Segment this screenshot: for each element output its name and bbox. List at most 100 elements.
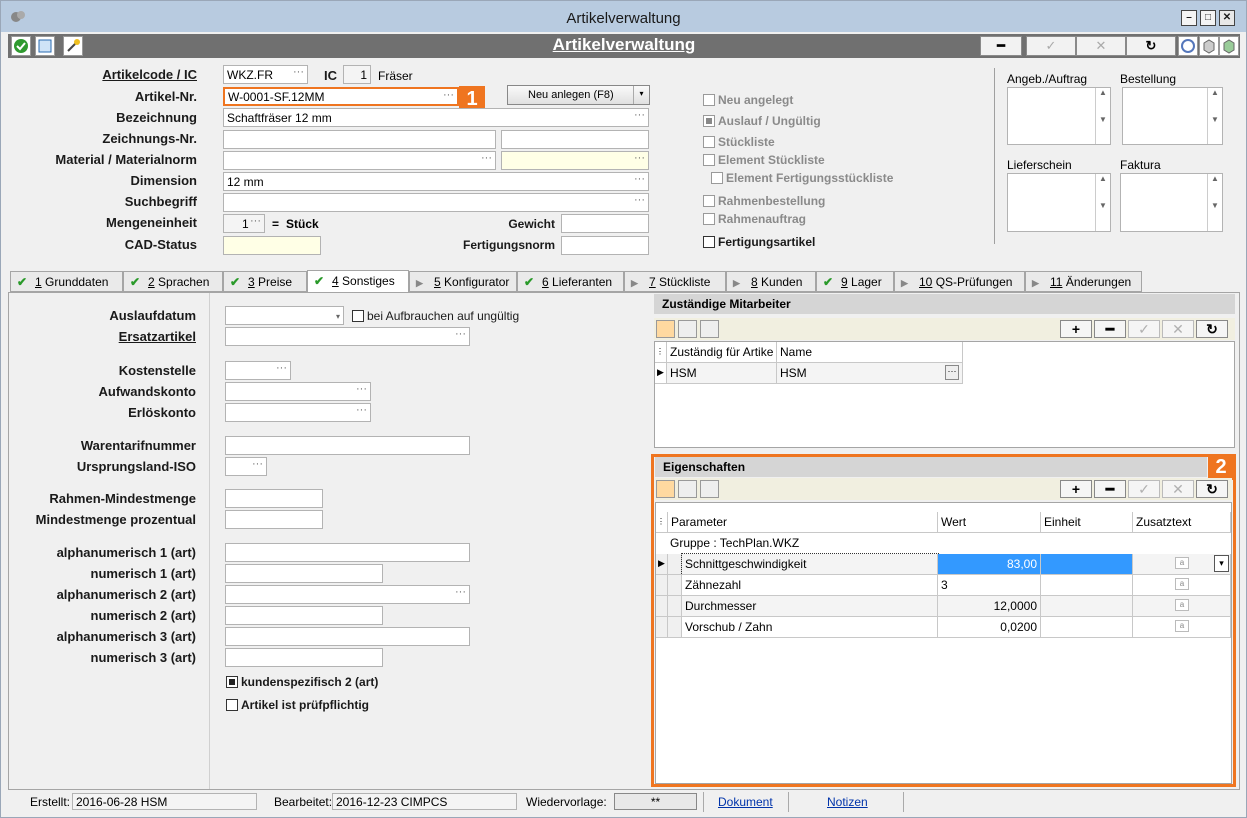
refresh-button[interactable]: ↻ (1126, 36, 1176, 56)
pruefpflichtig-checkbox[interactable]: Artikel ist prüfpflichtig (226, 698, 369, 712)
eigenschaften-add-button[interactable]: + (1060, 480, 1092, 498)
kundenspez-checkbox[interactable]: kundenspezifisch 2 (art) (226, 675, 378, 689)
artikelcode-input[interactable]: WKZ.FR ··· (223, 65, 308, 84)
tab-sonstiges[interactable]: ✔ 4 Sonstiges (307, 270, 409, 293)
minimize-button[interactable]: – (1181, 10, 1197, 26)
eigenschaften-col-zusatztext[interactable]: Zusatztext (1133, 512, 1231, 533)
ic-input[interactable]: 1 (343, 65, 371, 84)
eigenschaften-cell-wert[interactable]: 83,00 (938, 554, 1041, 575)
close-button[interactable]: ✕ (1219, 10, 1235, 26)
num1-input[interactable] (225, 564, 383, 583)
wiedervorlage-button[interactable]: ** (614, 793, 697, 810)
save-button[interactable]: ✓ (1026, 36, 1076, 56)
kostenstelle-input[interactable]: ··· (225, 361, 291, 380)
suchbegriff-input[interactable]: ··· (223, 193, 649, 212)
cancel-button[interactable]: ✕ (1076, 36, 1126, 56)
gewicht-input[interactable] (561, 214, 649, 233)
eigenschaften-cell-einheit[interactable] (1041, 554, 1133, 575)
mitarbeiter-cell-zustaendig[interactable]: HSM (667, 363, 777, 384)
menge-input[interactable]: 1 ··· (223, 214, 265, 233)
eigenschaften-cell-zusatztext[interactable]: a (1133, 575, 1231, 596)
auslauf-checkbox[interactable]: Auslauf / Ungültig (703, 114, 821, 128)
num3-input[interactable] (225, 648, 383, 667)
zeichnung-extra-input[interactable] (501, 130, 649, 149)
notizen-link[interactable]: Notizen (827, 795, 868, 809)
mitarbeiter-refresh-button[interactable]: ↻ (1196, 320, 1228, 338)
mitarbeiter-save-button[interactable]: ✓ (1128, 320, 1160, 338)
filter-icon[interactable] (678, 480, 697, 498)
mitarbeiter-col-zustaendig[interactable]: Zuständig für Artike (667, 342, 777, 363)
group-row[interactable]: Gruppe : TechPlan.WKZ (670, 536, 799, 550)
new-item-button[interactable]: Neu anlegen (F8) ▾ (507, 85, 650, 105)
fertigungsartikel-checkbox[interactable]: Fertigungsartikel (703, 235, 815, 249)
alpha1-input[interactable] (225, 543, 470, 562)
eigenschaften-cell-wert[interactable]: 3 (938, 575, 1041, 596)
warentarif-input[interactable] (225, 436, 470, 455)
eigenschaften-cell-einheit[interactable] (1041, 617, 1133, 638)
note-icon[interactable]: a (1175, 557, 1189, 569)
eigenschaften-cell-einheit[interactable] (1041, 596, 1133, 617)
eigenschaften-cell-parameter[interactable]: Durchmesser (682, 596, 938, 617)
fertigungsnorm-input[interactable] (561, 236, 649, 255)
artikelnr-input[interactable]: W-0001-SF.12MM ··· (223, 87, 459, 106)
eigenschaften-cell-einheit[interactable] (1041, 575, 1133, 596)
eigenschaften-col-einheit[interactable]: Einheit (1041, 512, 1133, 533)
tab-stückliste[interactable]: ▶ 7 Stückliste (624, 271, 726, 292)
eigenschaften-cancel-button[interactable]: ✕ (1162, 480, 1194, 498)
eigenschaften-cell-zusatztext[interactable]: a (1133, 596, 1231, 617)
eigenschaften-col-wert[interactable]: Wert (938, 512, 1041, 533)
ersatzartikel-input[interactable]: ··· (225, 327, 470, 346)
maximize-button[interactable]: □ (1200, 10, 1216, 26)
tab-konfigurator[interactable]: ▶ 5 Konfigurator (409, 271, 517, 292)
cube-icon[interactable] (1199, 36, 1219, 56)
faktura-textarea[interactable]: ▲ ▼ (1120, 173, 1223, 232)
note-icon[interactable]: a (1175, 620, 1189, 632)
mindestproz-input[interactable] (225, 510, 323, 529)
mitarbeiter-cell-name[interactable]: HSM ··· (777, 363, 963, 384)
dimension-input[interactable]: 12 mm ··· (223, 172, 649, 191)
alpha2-input[interactable]: ··· (225, 585, 470, 604)
eigenschaften-refresh-button[interactable]: ↻ (1196, 480, 1228, 498)
tab-lieferanten[interactable]: ✔ 6 Lieferanten (517, 271, 624, 292)
binoculars-icon[interactable] (700, 320, 719, 338)
bezeichnung-input[interactable]: Schaftfräser 12 mm ··· (223, 108, 649, 127)
grid-icon[interactable] (656, 480, 675, 498)
lieferschein-textarea[interactable]: ▲ ▼ (1007, 173, 1111, 232)
eigenschaften-cell-parameter[interactable]: Vorschub / Zahn (682, 617, 938, 638)
rahmenbest-checkbox[interactable]: Rahmenbestellung (703, 194, 825, 208)
tab-kunden[interactable]: ▶ 8 Kunden (726, 271, 816, 292)
filter-icon[interactable] (678, 320, 697, 338)
clock-icon[interactable] (1178, 36, 1198, 56)
ursprungsland-input[interactable]: ··· (225, 457, 267, 476)
tab-änderungen[interactable]: ▶ 11 Änderungen (1025, 271, 1142, 292)
tab-grunddaten[interactable]: ✔ 1 Grunddaten (10, 271, 123, 292)
materialnorm-input[interactable]: ··· (501, 151, 649, 170)
bestellung-textarea[interactable]: ▲ ▼ (1122, 87, 1223, 145)
eigenschaften-remove-button[interactable]: ━ (1094, 480, 1126, 498)
tab-preise[interactable]: ✔ 3 Preise (223, 271, 307, 292)
mitarbeiter-add-button[interactable]: + (1060, 320, 1092, 338)
note-icon[interactable]: a (1175, 578, 1189, 590)
binoculars-icon[interactable] (700, 480, 719, 498)
element-fst-checkbox[interactable]: Element Fertigungsstückliste (711, 171, 893, 185)
mitarbeiter-remove-button[interactable]: ━ (1094, 320, 1126, 338)
zeichnung-input[interactable] (223, 130, 496, 149)
chevron-down-icon[interactable]: ▾ (633, 86, 649, 104)
eigenschaften-cell-zusatztext[interactable]: a ▾ (1133, 554, 1231, 575)
aufwandskonto-input[interactable]: ··· (225, 382, 371, 401)
tab-sprachen[interactable]: ✔ 2 Sprachen (123, 271, 223, 292)
tab-qs-prüfungen[interactable]: ▶ 10 QS-Prüfungen (894, 271, 1025, 292)
eigenschaften-save-button[interactable]: ✓ (1128, 480, 1160, 498)
eigenschaften-cell-wert[interactable]: 12,0000 (938, 596, 1041, 617)
dokument-link[interactable]: Dokument (718, 795, 773, 809)
angeb-textarea[interactable]: ▲ ▼ (1007, 87, 1111, 145)
note-icon[interactable]: a (1175, 599, 1189, 611)
erloeskonto-input[interactable]: ··· (225, 403, 371, 422)
eigenschaften-cell-zusatztext[interactable]: a (1133, 617, 1231, 638)
cube-green-icon[interactable] (1219, 36, 1239, 56)
eigenschaften-cell-parameter[interactable]: Zähnezahl (682, 575, 938, 596)
eigenschaften-cell-parameter[interactable]: Schnittgeschwindigkeit (681, 553, 939, 576)
chevron-down-icon[interactable]: ▾ (1214, 555, 1229, 572)
rahmenmin-input[interactable] (225, 489, 323, 508)
neu-checkbox[interactable]: Neu angelegt (703, 93, 793, 107)
